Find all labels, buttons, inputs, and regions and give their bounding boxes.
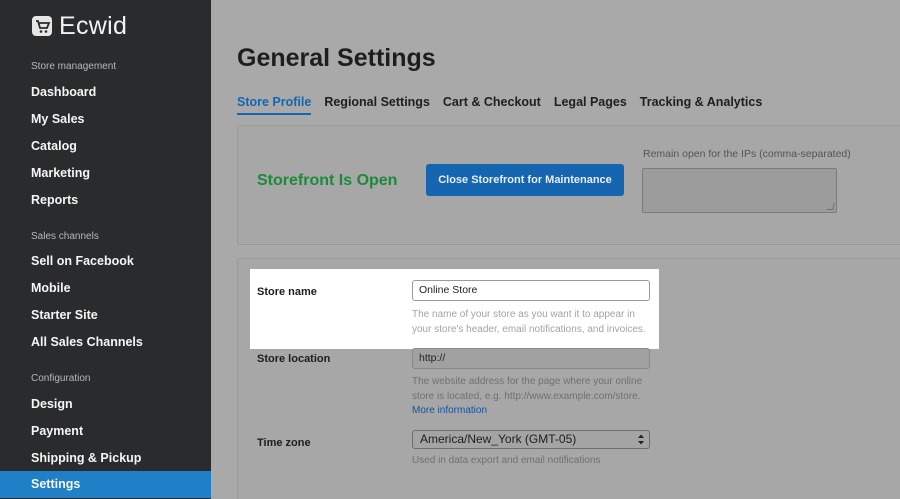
section-title-sales-channels: Sales channels bbox=[31, 231, 99, 242]
time-zone-label: Time zone bbox=[257, 437, 311, 449]
page-title: General Settings bbox=[237, 44, 436, 72]
select-arrows-icon bbox=[638, 434, 644, 445]
sidebar: Ecwid Store management Dashboard My Sale… bbox=[0, 0, 211, 499]
sidebar-item-starter-site[interactable]: Starter Site bbox=[0, 302, 211, 329]
sidebar-item-dashboard[interactable]: Dashboard bbox=[0, 79, 211, 106]
sidebar-item-all-sales-channels[interactable]: All Sales Channels bbox=[0, 329, 211, 356]
store-name-hint-line1: The name of your store as you want it to… bbox=[412, 309, 635, 320]
tab-legal-pages[interactable]: Legal Pages bbox=[554, 95, 627, 115]
store-location-hint-line2: store is located, e.g. http://www.exampl… bbox=[412, 391, 641, 402]
main-content: General Settings Store Profile Regional … bbox=[211, 0, 900, 499]
storefront-status: Storefront Is Open bbox=[257, 172, 398, 189]
sidebar-item-mobile[interactable]: Mobile bbox=[0, 275, 211, 302]
ip-whitelist-label: Remain open for the IPs (comma-separated… bbox=[643, 148, 851, 160]
settings-tabs: Store Profile Regional Settings Cart & C… bbox=[237, 95, 775, 115]
tab-regional-settings[interactable]: Regional Settings bbox=[324, 95, 430, 115]
store-location-label: Store location bbox=[257, 353, 331, 365]
cart-logo-icon bbox=[32, 16, 52, 36]
store-profile-card: Store name Online Store The name of your… bbox=[237, 258, 900, 499]
sidebar-item-settings[interactable]: Settings bbox=[0, 471, 211, 498]
sidebar-item-my-sales[interactable]: My Sales bbox=[0, 106, 211, 133]
sidebar-item-marketing[interactable]: Marketing bbox=[0, 160, 211, 187]
section-title-store-management: Store management bbox=[31, 61, 117, 72]
section-title-configuration: Configuration bbox=[31, 373, 91, 384]
sidebar-item-shipping-pickup[interactable]: Shipping & Pickup bbox=[0, 445, 211, 472]
time-zone-hint: Used in data export and email notificati… bbox=[412, 455, 601, 466]
brand-logo[interactable]: Ecwid bbox=[31, 12, 127, 40]
store-location-hint-line1: The website address for the page where y… bbox=[412, 376, 643, 387]
store-name-input[interactable]: Online Store bbox=[412, 280, 650, 301]
time-zone-select[interactable]: America/New_York (GMT-05) bbox=[412, 430, 650, 449]
tab-store-profile[interactable]: Store Profile bbox=[237, 95, 312, 115]
resize-grip-icon[interactable] bbox=[826, 203, 835, 210]
tab-tracking-analytics[interactable]: Tracking & Analytics bbox=[640, 95, 763, 115]
sidebar-item-reports[interactable]: Reports bbox=[0, 187, 211, 214]
store-name-label: Store name bbox=[257, 286, 317, 298]
sidebar-item-sell-on-facebook[interactable]: Sell on Facebook bbox=[0, 248, 211, 275]
sidebar-item-payment[interactable]: Payment bbox=[0, 418, 211, 445]
sidebar-item-catalog[interactable]: Catalog bbox=[0, 133, 211, 160]
store-location-input[interactable]: http:// bbox=[412, 348, 650, 369]
close-storefront-button[interactable]: Close Storefront for Maintenance bbox=[426, 164, 624, 196]
storefront-status-card: Storefront Is Open Close Storefront for … bbox=[237, 125, 900, 245]
ip-whitelist-textarea[interactable] bbox=[642, 168, 837, 213]
tab-cart-checkout[interactable]: Cart & Checkout bbox=[443, 95, 541, 115]
sidebar-item-design[interactable]: Design bbox=[0, 391, 211, 418]
store-name-hint-line2: your store's header, email notifications… bbox=[412, 324, 646, 335]
brand-name: Ecwid bbox=[59, 11, 128, 40]
time-zone-value: America/New_York (GMT-05) bbox=[420, 432, 577, 446]
more-information-link[interactable]: More information bbox=[412, 405, 487, 416]
